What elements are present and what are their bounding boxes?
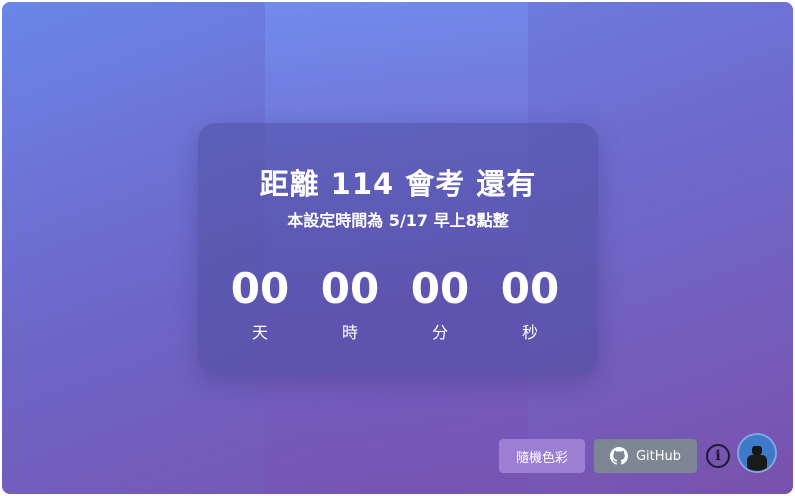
- days-label: 天: [251, 323, 268, 342]
- unit-minutes: 00 分: [410, 261, 470, 343]
- minutes-label: 分: [431, 323, 448, 342]
- countdown-card: 距離 114 會考 還有 本設定時間為 5/17 早上8點整 00 天 00 時…: [198, 123, 598, 375]
- info-icon[interactable]: i: [706, 444, 730, 468]
- github-label: GitHub: [635, 448, 682, 464]
- minutes-value: 00: [410, 264, 470, 313]
- seconds-value: 00: [500, 264, 560, 313]
- countdown-subtitle: 本設定時間為 5/17 早上8點整: [287, 211, 509, 230]
- avatar-figure-head: [752, 446, 762, 455]
- github-button[interactable]: GitHub: [594, 439, 697, 473]
- unit-days: 00 天: [230, 261, 290, 343]
- countdown-units: 00 天 00 時 00 分 00 秒: [230, 261, 560, 343]
- hours-value: 00: [320, 264, 380, 313]
- avatar-figure-body: [747, 455, 767, 471]
- hours-label: 時: [341, 323, 358, 342]
- days-value: 00: [230, 264, 290, 313]
- github-icon: [609, 447, 628, 465]
- countdown-page: 距離 114 會考 還有 本設定時間為 5/17 早上8點整 00 天 00 時…: [2, 2, 793, 494]
- avatar[interactable]: [737, 433, 777, 473]
- unit-hours: 00 時: [320, 261, 380, 343]
- random-color-button[interactable]: 隨機色彩: [499, 439, 585, 473]
- seconds-label: 秒: [521, 323, 538, 342]
- countdown-title: 距離 114 會考 還有: [259, 167, 537, 201]
- unit-seconds: 00 秒: [500, 261, 560, 343]
